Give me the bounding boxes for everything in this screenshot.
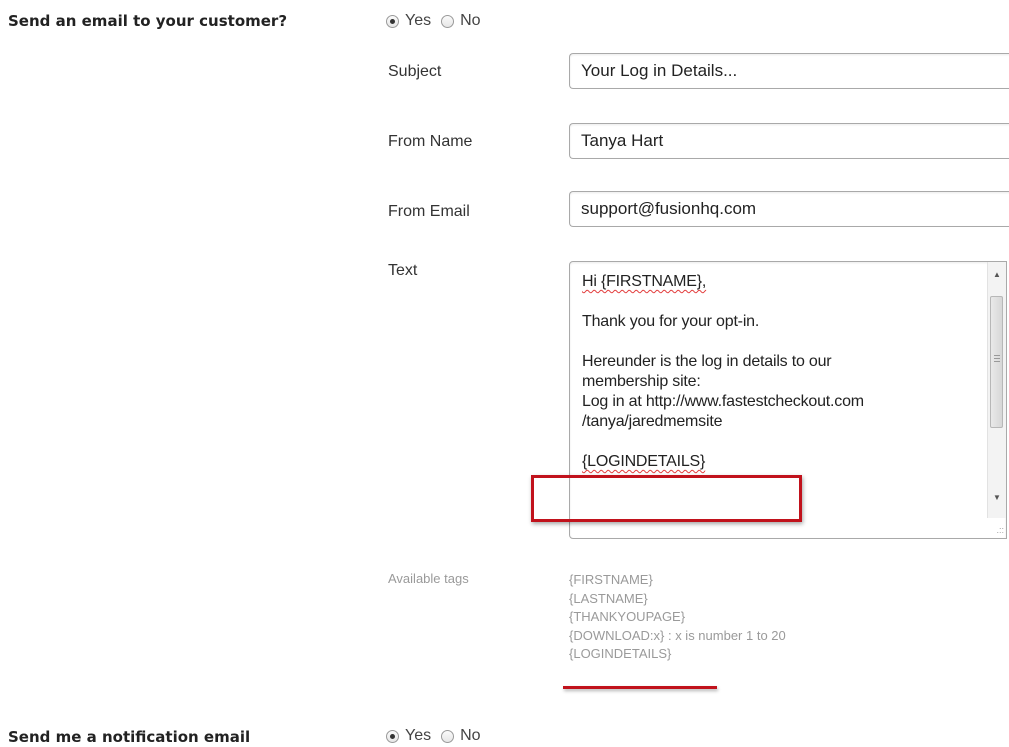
tag-item: {LASTNAME} bbox=[569, 590, 648, 606]
subject-input[interactable] bbox=[569, 53, 1009, 89]
subject-label: Subject bbox=[388, 63, 442, 80]
logindetails-underline bbox=[563, 686, 717, 689]
available-tags-list: {FIRSTNAME} {LASTNAME} {THANKYOUPAGE} {D… bbox=[569, 571, 786, 664]
from-name-label: From Name bbox=[388, 133, 473, 150]
scroll-thumb[interactable] bbox=[990, 296, 1003, 428]
customer-email-question: Send an email to your customer? bbox=[8, 12, 288, 30]
from-name-input[interactable] bbox=[569, 123, 1009, 159]
notification-email-no-radio[interactable] bbox=[441, 729, 455, 743]
tag-item: {FIRSTNAME} bbox=[569, 572, 653, 587]
customer-email-yes-radio[interactable] bbox=[386, 14, 399, 28]
text-line-membership: membership site: bbox=[582, 373, 701, 390]
email-text-content[interactable]: Hi {FIRSTNAME}, Thank you for your opt-i… bbox=[582, 272, 980, 472]
scroll-grip-icon bbox=[994, 355, 1000, 362]
text-line-blank bbox=[582, 292, 980, 312]
email-text-area[interactable]: Hi {FIRSTNAME}, Thank you for your opt-i… bbox=[569, 261, 1007, 539]
notification-email-yes-label[interactable]: Yes bbox=[405, 727, 431, 745]
tag-item-logindetails: {LOGINDETAILS} bbox=[569, 646, 672, 661]
customer-email-radio-group: Yes No bbox=[386, 12, 491, 30]
from-email-label: From Email bbox=[388, 203, 470, 220]
notification-email-yes-radio[interactable] bbox=[386, 729, 399, 743]
from-email-input[interactable] bbox=[569, 191, 1009, 227]
scroll-up-icon[interactable]: ▲ bbox=[988, 265, 1006, 283]
customer-email-no-radio[interactable] bbox=[441, 14, 455, 28]
text-line-login-path: /tanya/jaredmemsite bbox=[582, 413, 723, 430]
customer-email-yes-label[interactable]: Yes bbox=[405, 12, 431, 30]
text-line-blank bbox=[582, 432, 980, 452]
tag-item: {THANKYOUPAGE} bbox=[569, 609, 686, 624]
text-line-thanks: Thank you for your opt-in. bbox=[582, 313, 760, 330]
text-line-blank bbox=[582, 332, 980, 352]
text-line-logindetails: {LOGINDETAILS} bbox=[582, 453, 706, 470]
scroll-down-icon[interactable]: ▼ bbox=[988, 488, 1006, 506]
text-area-scrollbar[interactable]: ▲ ▼ bbox=[987, 262, 1006, 518]
notification-email-radio-group: Yes No bbox=[386, 727, 491, 745]
text-line-login-url: Log in at http://www.fastestcheckout.com bbox=[582, 393, 864, 410]
resize-grip-icon[interactable]: .:: bbox=[992, 524, 1004, 536]
text-line-hereunder: Hereunder is the log in details to our bbox=[582, 353, 832, 370]
notification-email-no-label[interactable]: No bbox=[460, 727, 480, 745]
customer-email-no-label[interactable]: No bbox=[460, 12, 480, 30]
available-tags-label: Available tags bbox=[388, 571, 469, 586]
notification-email-question: Send me a notification email bbox=[8, 728, 251, 746]
text-label: Text bbox=[388, 262, 418, 279]
text-line-greeting: Hi {FIRSTNAME}, bbox=[582, 273, 707, 290]
tag-item: {DOWNLOAD:x} : x is number 1 to 20 bbox=[569, 627, 786, 643]
